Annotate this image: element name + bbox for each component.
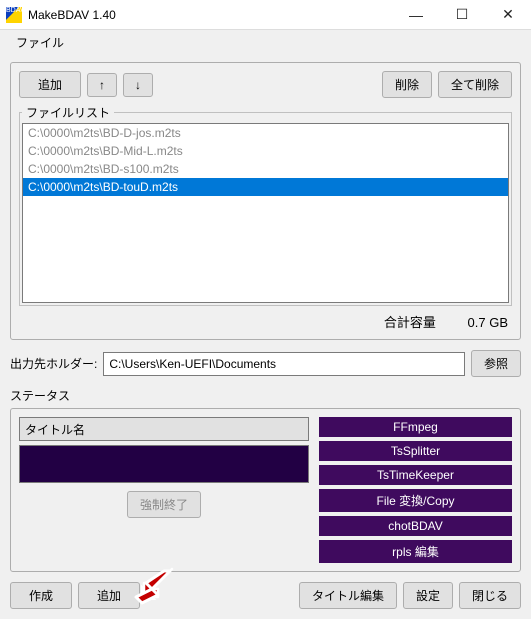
- file-row[interactable]: C:\0000\m2ts\BD-s100.m2ts: [23, 160, 508, 178]
- output-label: 出力先ホルダー:: [10, 355, 97, 372]
- delete-all-button[interactable]: 全て削除: [438, 71, 512, 98]
- stage-indicator: TsTimeKeeper: [319, 465, 512, 485]
- title-edit-button[interactable]: タイトル編集: [299, 582, 397, 609]
- status-panel: タイトル名 強制終了 FFmpegTsSplitterTsTimeKeeperF…: [10, 408, 521, 572]
- file-toolbar: 追加 ↑ ↓ 削除 全て削除: [19, 71, 512, 98]
- movedown-button[interactable]: ↓: [123, 73, 153, 97]
- add-button[interactable]: 追加: [19, 71, 81, 98]
- file-row[interactable]: C:\0000\m2ts\BD-D-jos.m2ts: [23, 124, 508, 142]
- stage-indicator: chotBDAV: [319, 516, 512, 536]
- abort-button[interactable]: 強制終了: [127, 491, 201, 518]
- bottom-bar: 作成 追加 タイトル編集 設定 閉じる: [10, 582, 521, 609]
- settings-button[interactable]: 設定: [403, 582, 453, 609]
- output-row: 出力先ホルダー: 参照: [10, 350, 521, 377]
- file-row[interactable]: C:\0000\m2ts\BD-touD.m2ts: [23, 178, 508, 196]
- client-area: 追加 ↑ ↓ 削除 全て削除 ファイルリスト C:\0000\m2ts\BD-D…: [0, 54, 531, 619]
- browse-button[interactable]: 参照: [471, 350, 521, 377]
- bottom-add-button[interactable]: 追加: [78, 582, 140, 609]
- app-icon: BDAV: [6, 7, 22, 23]
- output-path-input[interactable]: [103, 352, 465, 376]
- file-panel: 追加 ↑ ↓ 削除 全て削除 ファイルリスト C:\0000\m2ts\BD-D…: [10, 62, 521, 340]
- menubar: ファイル: [0, 30, 531, 54]
- capacity-row: 合計容量 0.7 GB: [19, 306, 512, 331]
- capacity-label: 合計容量: [384, 315, 436, 330]
- window-title: MakeBDAV 1.40: [28, 8, 393, 22]
- capacity-value: 0.7 GB: [468, 315, 508, 330]
- delete-button[interactable]: 削除: [382, 71, 432, 98]
- title-name-field: タイトル名: [19, 417, 309, 441]
- stage-column: FFmpeg TsSplitter TsTimeKeeper File 変換/Copy…: [319, 417, 512, 563]
- filelist-group: ファイルリスト C:\0000\m2ts\BD-D-jos.m2tsC:\000…: [19, 104, 512, 306]
- window-controls: — ☐ ✕: [393, 0, 531, 29]
- minimize-button[interactable]: —: [393, 0, 439, 29]
- titlebar: BDAV MakeBDAV 1.40 — ☐ ✕: [0, 0, 531, 30]
- file-listbox[interactable]: C:\0000\m2ts\BD-D-jos.m2tsC:\0000\m2ts\B…: [22, 123, 509, 303]
- stage-indicator: FFmpeg: [319, 417, 512, 437]
- stage-indicator: File 変換/Copy: [319, 489, 512, 512]
- status-label: ステータス: [10, 387, 521, 404]
- bottom-close-button[interactable]: 閉じる: [459, 582, 521, 609]
- close-button[interactable]: ✕: [485, 0, 531, 29]
- moveup-button[interactable]: ↑: [87, 73, 117, 97]
- status-left: タイトル名 強制終了: [19, 417, 309, 563]
- stage-indicator: rpls 編集: [319, 540, 512, 563]
- stage-indicator: TsSplitter: [319, 441, 512, 461]
- create-button[interactable]: 作成: [10, 582, 72, 609]
- progress-display: [19, 445, 309, 483]
- file-row[interactable]: C:\0000\m2ts\BD-Mid-L.m2ts: [23, 142, 508, 160]
- menu-file[interactable]: ファイル: [10, 31, 70, 54]
- filelist-legend: ファイルリスト: [22, 104, 114, 121]
- maximize-button[interactable]: ☐: [439, 0, 485, 29]
